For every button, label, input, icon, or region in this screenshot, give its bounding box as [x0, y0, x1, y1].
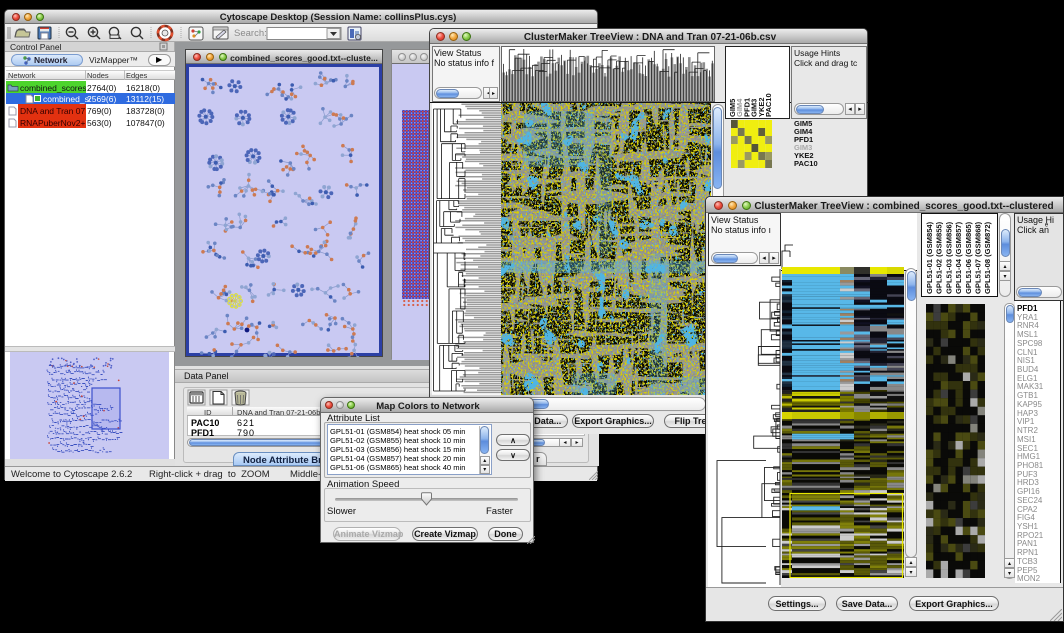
svg-text:GPL51-03 (GSM856): GPL51-03 (GSM856)	[944, 221, 953, 294]
svg-text:GPL51-06 (GSM865): GPL51-06 (GSM865)	[964, 221, 973, 294]
svg-text:GPL51-08 (GSM872): GPL51-08 (GSM872)	[983, 221, 992, 294]
svg-text:GPL51-02 (GSM855): GPL51-02 (GSM855)	[935, 221, 944, 294]
svg-text:GPL51-04 (GSM857): GPL51-04 (GSM857)	[954, 221, 963, 294]
svg-text:PAC10: PAC10	[764, 93, 773, 117]
svg-text:GPL51-07 (GSM868): GPL51-07 (GSM868)	[974, 221, 983, 294]
svg-text:Search:: Search:	[234, 28, 267, 39]
svg-text:GPL51-01 (GSM854): GPL51-01 (GSM854)	[925, 221, 934, 294]
